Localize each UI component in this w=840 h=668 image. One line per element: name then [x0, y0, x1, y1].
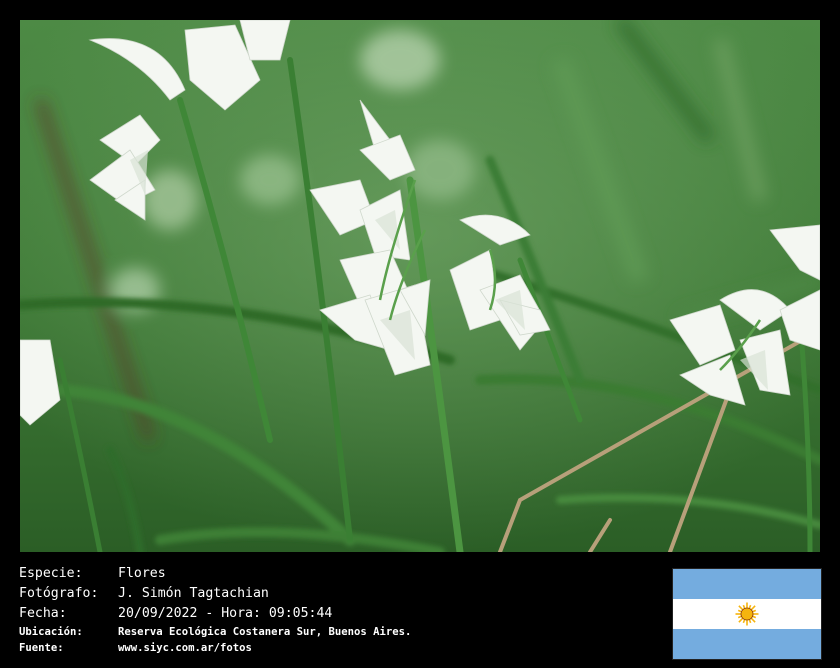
sun-of-may-icon [735, 602, 759, 626]
especie-value: Flores [118, 566, 166, 581]
fuente-label: Fuente: [19, 642, 64, 654]
photo-caption: Especie: Flores Fotógrafo: J. Simón Tagt… [19, 564, 659, 656]
fuente-link[interactable]: www.siyc.com.ar/fotos [118, 640, 252, 656]
caption-row-fecha: Fecha: 20/09/2022 - Hora: 09:05:44 [19, 604, 659, 624]
flag-bottom-band [673, 629, 821, 659]
ubicacion-label: Ubicación: [19, 626, 83, 638]
caption-row-ubicacion: Ubicación: Reserva Ecológica Costanera S… [19, 624, 659, 640]
caption-row-especie: Especie: Flores [19, 564, 659, 584]
caption-row-fotografo: Fotógrafo: J. Simón Tagtachian [19, 584, 659, 604]
fotografo-value: J. Simón Tagtachian [118, 586, 269, 601]
argentina-flag [672, 568, 822, 660]
fecha-value: 20/09/2022 - Hora: 09:05:44 [118, 606, 333, 621]
especie-label: Especie: [19, 566, 83, 581]
ubicacion-value: Reserva Ecológica Costanera Sur, Buenos … [118, 626, 412, 638]
fecha-label: Fecha: [19, 606, 67, 621]
flower-photo [20, 20, 820, 552]
fotografo-label: Fotógrafo: [19, 586, 99, 601]
caption-row-fuente: Fuente: www.siyc.com.ar/fotos [19, 640, 659, 656]
flag-top-band [673, 569, 821, 599]
flag-middle-band [673, 599, 821, 629]
